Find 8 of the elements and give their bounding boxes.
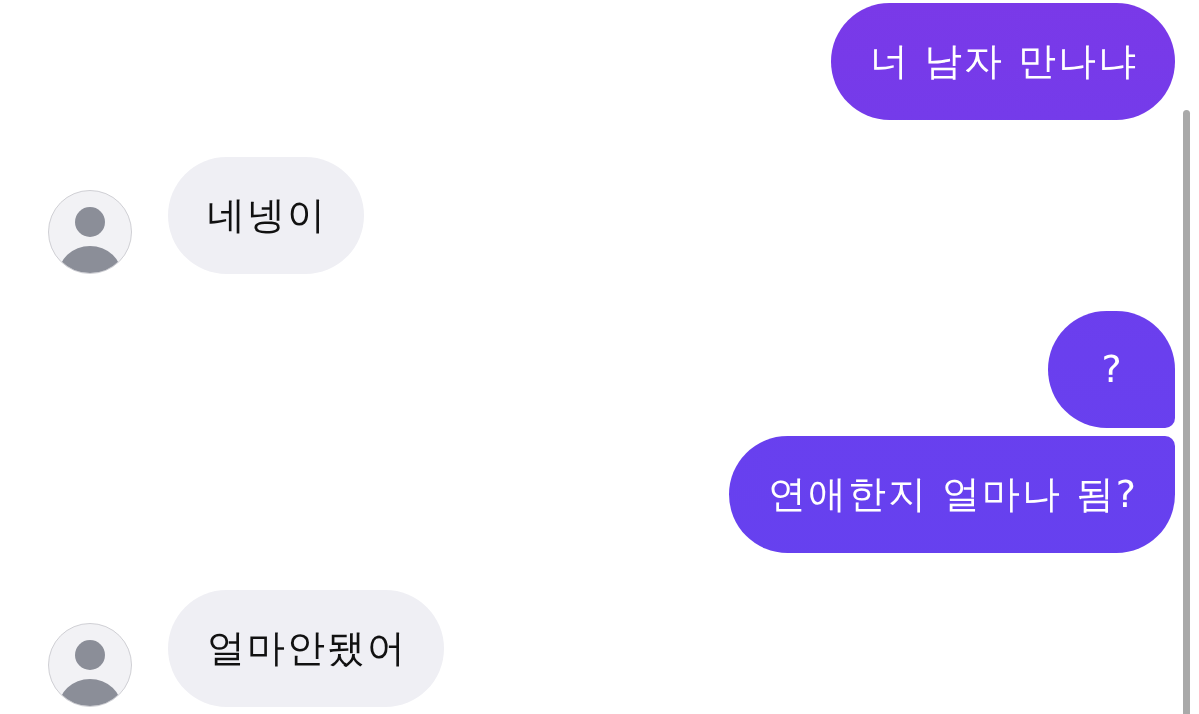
sent-message-bubble: 너 남자 만나냐: [830, 3, 1175, 120]
received-message-bubble: 네넹이: [168, 157, 364, 274]
avatar-icon: [48, 623, 132, 707]
received-message-bubble: 얼마안됐어: [168, 590, 444, 707]
sent-message-bubble: ?: [1048, 311, 1175, 428]
avatar-icon: [48, 190, 132, 274]
sent-message-bubble: 연애한지 얼마나 됨?: [728, 436, 1175, 553]
scrollbar-thumb[interactable]: [1183, 110, 1190, 714]
